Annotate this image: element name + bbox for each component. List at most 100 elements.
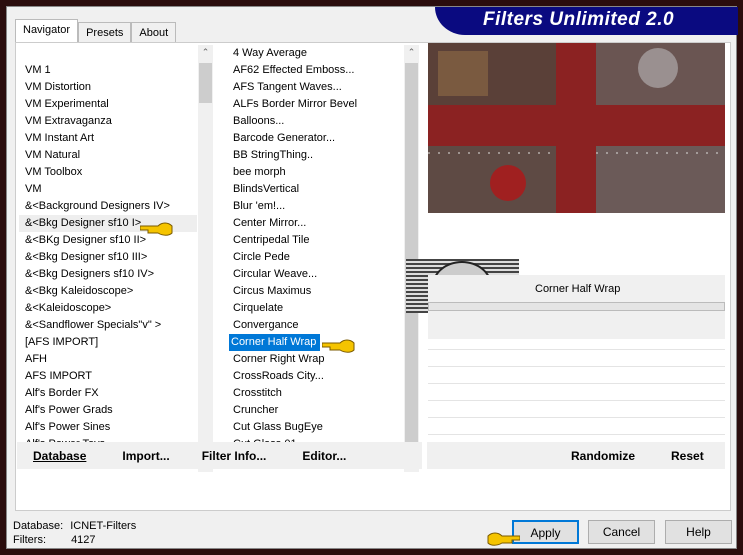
list-item-label: AFS IMPORT <box>25 370 93 382</box>
list-item-label: AFH <box>25 353 47 365</box>
list-item-label: Corner Half Wrap <box>229 334 321 351</box>
list-item-label: Blur 'em!... <box>233 200 286 212</box>
list-item[interactable]: Barcode Generator... <box>227 130 404 147</box>
list-item[interactable]: Alf's Power Sines <box>19 419 197 436</box>
apply-button[interactable]: Apply <box>512 520 579 544</box>
list-item[interactable]: &<Background Designers IV> <box>19 198 197 215</box>
list-item-label: Circus Maximus <box>233 285 312 297</box>
status-filters: Filters: 4127 <box>13 534 96 546</box>
app-title-banner: Filters Unlimited 2.0 <box>435 7 738 35</box>
cancel-button[interactable]: Cancel <box>588 520 655 544</box>
list-item[interactable]: Centripedal Tile <box>227 232 404 249</box>
list-item-label: 4 Way Average <box>233 47 307 59</box>
list-item[interactable]: Cruncher <box>227 402 404 419</box>
list-button-bar: Database Import... Filter Info... Editor… <box>17 442 422 469</box>
list-item[interactable]: &<Sandflower Specials"v" > <box>19 317 197 334</box>
reset-button[interactable]: Reset <box>671 449 704 463</box>
list-item-label: Cruncher <box>233 404 279 416</box>
list-item[interactable]: VM Toolbox <box>19 164 197 181</box>
list-item[interactable]: [AFS IMPORT] <box>19 334 197 351</box>
list-item[interactable]: VM Experimental <box>19 96 197 113</box>
scroll-up-icon[interactable]: ⌃ <box>404 47 419 58</box>
list-item-label: VM Natural <box>25 149 81 161</box>
scroll-up-icon[interactable]: ⌃ <box>198 47 213 58</box>
list-item[interactable]: VM Natural <box>19 147 197 164</box>
list-item[interactable]: &<Bkg Designer sf10 III> <box>19 249 197 266</box>
list-item[interactable]: bee morph <box>227 164 404 181</box>
category-list[interactable]: VM 1 VM Distortion VM Experimental VM Extra… <box>19 62 197 472</box>
list-item[interactable]: Crosstitch <box>227 385 404 402</box>
list-item-label: VM <box>25 183 42 195</box>
list-item[interactable]: &<Kaleidoscope> <box>19 300 197 317</box>
category-scrollbar[interactable]: ⌃ ⌄ <box>198 45 213 472</box>
list-item-label: VM Instant Art <box>25 132 95 144</box>
list-item[interactable]: Blur 'em!... <box>227 198 404 215</box>
list-item-label: AF62 Effected Emboss... <box>233 64 355 76</box>
list-item[interactable]: CrossRoads City... <box>227 368 404 385</box>
list-item-label: Cirquelate <box>233 302 284 314</box>
pointing-hand-icon <box>140 222 173 236</box>
list-item[interactable]: Cut Glass BugEye <box>227 419 404 436</box>
tab-navigator[interactable]: Navigator <box>15 19 79 43</box>
list-item[interactable]: Circular Weave... <box>227 266 404 283</box>
filter-controls-area: Corner Half Wrap <box>428 275 725 339</box>
list-item-label: CrossRoads City... <box>233 370 324 382</box>
list-item[interactable]: Andrew's Filter Collection 55 <box>19 470 197 472</box>
list-item-label: Corner Right Wrap <box>233 353 325 365</box>
list-item[interactable]: Corner Right Wrap <box>227 351 404 368</box>
list-item-label: Centripedal Tile <box>233 234 310 246</box>
list-item[interactable]: Convergance <box>227 317 404 334</box>
list-item-label: AFS Tangent Waves... <box>233 81 342 93</box>
scroll-thumb[interactable] <box>199 63 212 103</box>
list-item-label: VM 1 <box>25 64 51 76</box>
list-item[interactable]: Corner Half Wrap <box>227 334 404 351</box>
list-item-label: Cut Glass BugEye <box>233 421 323 433</box>
tab-bar: Navigator Presets About <box>15 19 177 43</box>
database-button[interactable]: Database <box>33 449 86 463</box>
list-item-label: Circle Pede <box>233 251 290 263</box>
list-item[interactable]: Balloons... <box>227 113 404 130</box>
list-item[interactable]: Center Mirror... <box>227 215 404 232</box>
list-item[interactable]: Circus Maximus <box>227 283 404 300</box>
list-item[interactable]: AFS Tangent Waves... <box>227 79 404 96</box>
list-item[interactable]: Alf's Power Grads <box>19 402 197 419</box>
filter-info-button[interactable]: Filter Info... <box>202 449 267 463</box>
list-item[interactable]: VM <box>19 181 197 198</box>
list-item[interactable]: Alf's Border FX <box>19 385 197 402</box>
list-item[interactable]: VM Extravaganza <box>19 113 197 130</box>
tab-presets[interactable]: Presets <box>78 22 132 43</box>
status-database: Database: ICNET-Filters <box>13 520 137 532</box>
editor-button[interactable]: Editor... <box>302 449 346 463</box>
list-item-label: VM Distortion <box>25 81 92 93</box>
list-item[interactable]: BlindsVertical <box>227 181 404 198</box>
list-item[interactable]: VM 1 <box>19 62 197 79</box>
filter-list[interactable]: 4 Way Average AF62 Effected Emboss... AFS … <box>227 45 404 472</box>
list-item[interactable]: ALFs Border Mirror Bevel <box>227 96 404 113</box>
list-item-label: Alf's Border FX <box>25 387 99 399</box>
list-item[interactable]: AFS IMPORT <box>19 368 197 385</box>
list-item[interactable]: 4 Way Average <box>227 45 404 62</box>
list-item[interactable]: &<Bkg Kaleidoscope> <box>19 283 197 300</box>
list-item-label: Alf's Power Sines <box>25 421 111 433</box>
list-item[interactable]: Cirquelate <box>227 300 404 317</box>
list-item[interactable]: VM Distortion <box>19 79 197 96</box>
list-item[interactable]: &<Bkg Designers sf10 IV> <box>19 266 197 283</box>
help-button[interactable]: Help <box>665 520 732 544</box>
tab-about[interactable]: About <box>131 22 177 43</box>
list-item-label: BlindsVertical <box>233 183 300 195</box>
list-item-label: &<Bkg Kaleidoscope> <box>25 285 134 297</box>
randomize-button[interactable]: Randomize <box>571 449 635 463</box>
list-item-label: &<Sandflower Specials"v" > <box>25 319 162 331</box>
list-item[interactable]: AF62 Effected Emboss... <box>227 62 404 79</box>
list-item-label: Convergance <box>233 319 299 331</box>
list-item-label: Cut Glass 03 <box>227 470 404 472</box>
list-item-label: BB StringThing.. <box>233 149 314 161</box>
list-item[interactable]: AFH <box>19 351 197 368</box>
list-item[interactable]: VM Instant Art <box>19 130 197 147</box>
import-button[interactable]: Import... <box>122 449 169 463</box>
list-item[interactable]: BB StringThing.. <box>227 147 404 164</box>
list-item-label: Crosstitch <box>233 387 282 399</box>
list-item[interactable]: Circle Pede <box>227 249 404 266</box>
preview-image <box>428 43 725 213</box>
list-item[interactable]: Cut Glass 03 <box>227 470 404 472</box>
